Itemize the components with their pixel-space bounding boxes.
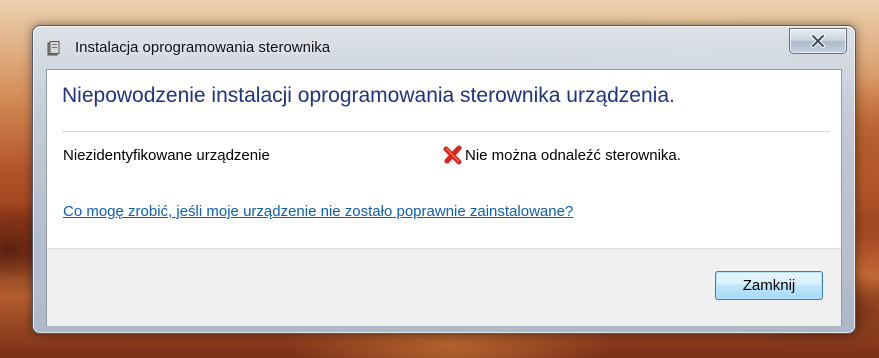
help-link[interactable]: Co mogę zrobić, jeśli moje urządzenie ni…	[63, 203, 573, 220]
main-instruction: Niepowodzenie instalacji oprogramowania …	[62, 84, 675, 107]
close-icon	[811, 34, 825, 48]
device-name: Niezidentyfikowane urządzenie	[63, 147, 270, 164]
close-button[interactable]: Zamknij	[715, 271, 823, 300]
divider	[62, 131, 830, 132]
device-status: Nie można odnaleźć sterownika.	[465, 147, 681, 164]
dialog-footer: Zamknij	[47, 248, 841, 326]
driver-install-dialog: Instalacja oprogramowania sterownika Nie…	[32, 25, 856, 334]
driver-package-icon	[47, 41, 61, 56]
title-bar[interactable]: Instalacja oprogramowania sterownika	[33, 26, 855, 62]
error-x-icon	[443, 145, 463, 165]
window-title: Instalacja oprogramowania sterownika	[75, 39, 331, 56]
window-close-button[interactable]	[789, 28, 847, 54]
dialog-content: Niepowodzenie instalacji oprogramowania …	[46, 69, 842, 326]
